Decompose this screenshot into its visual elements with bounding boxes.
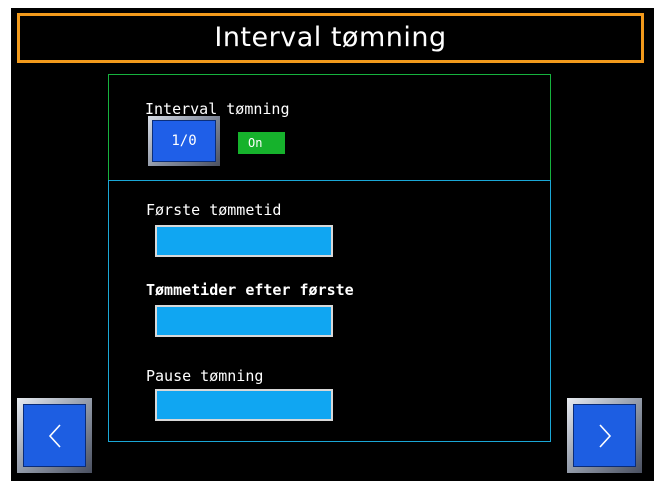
first-time-field[interactable]: 2.0 Min. [155, 225, 333, 278]
previous-page-button[interactable] [17, 398, 92, 473]
next-button-face [573, 404, 636, 467]
pause-unit: Sek. [272, 423, 312, 442]
first-time-value: 2.0 [229, 259, 259, 278]
after-first-value: 0.5 [229, 339, 259, 358]
first-time-unit: Min. [277, 259, 317, 278]
hmi-screen: Interval tømning Interval tømning 1/0 On… [11, 8, 654, 481]
previous-button-face [23, 404, 86, 467]
interval-toggle-button[interactable]: 1/0 [148, 116, 220, 166]
interval-panel: Interval tømning 1/0 On [108, 74, 551, 181]
after-first-unit: Min. [277, 339, 317, 358]
page-title: Interval tømning [17, 13, 644, 63]
settings-panel: Første tømmetid 2.0 Min. Tømmetider efte… [108, 180, 551, 442]
pause-value: 40 [234, 423, 254, 442]
after-first-label: Tømmetider efter første [146, 281, 354, 299]
chevron-right-icon [598, 423, 611, 448]
chevron-left-icon [48, 423, 61, 448]
after-first-field[interactable]: 0.5 Min. [155, 305, 333, 358]
next-page-button[interactable] [567, 398, 642, 473]
pause-label: Pause tømning [146, 367, 264, 385]
toggle-button-label: 1/0 [152, 120, 216, 162]
interval-status-badge: On [238, 132, 285, 154]
pause-field[interactable]: 40 Sek. [155, 389, 333, 442]
first-time-label: Første tømmetid [146, 201, 282, 219]
